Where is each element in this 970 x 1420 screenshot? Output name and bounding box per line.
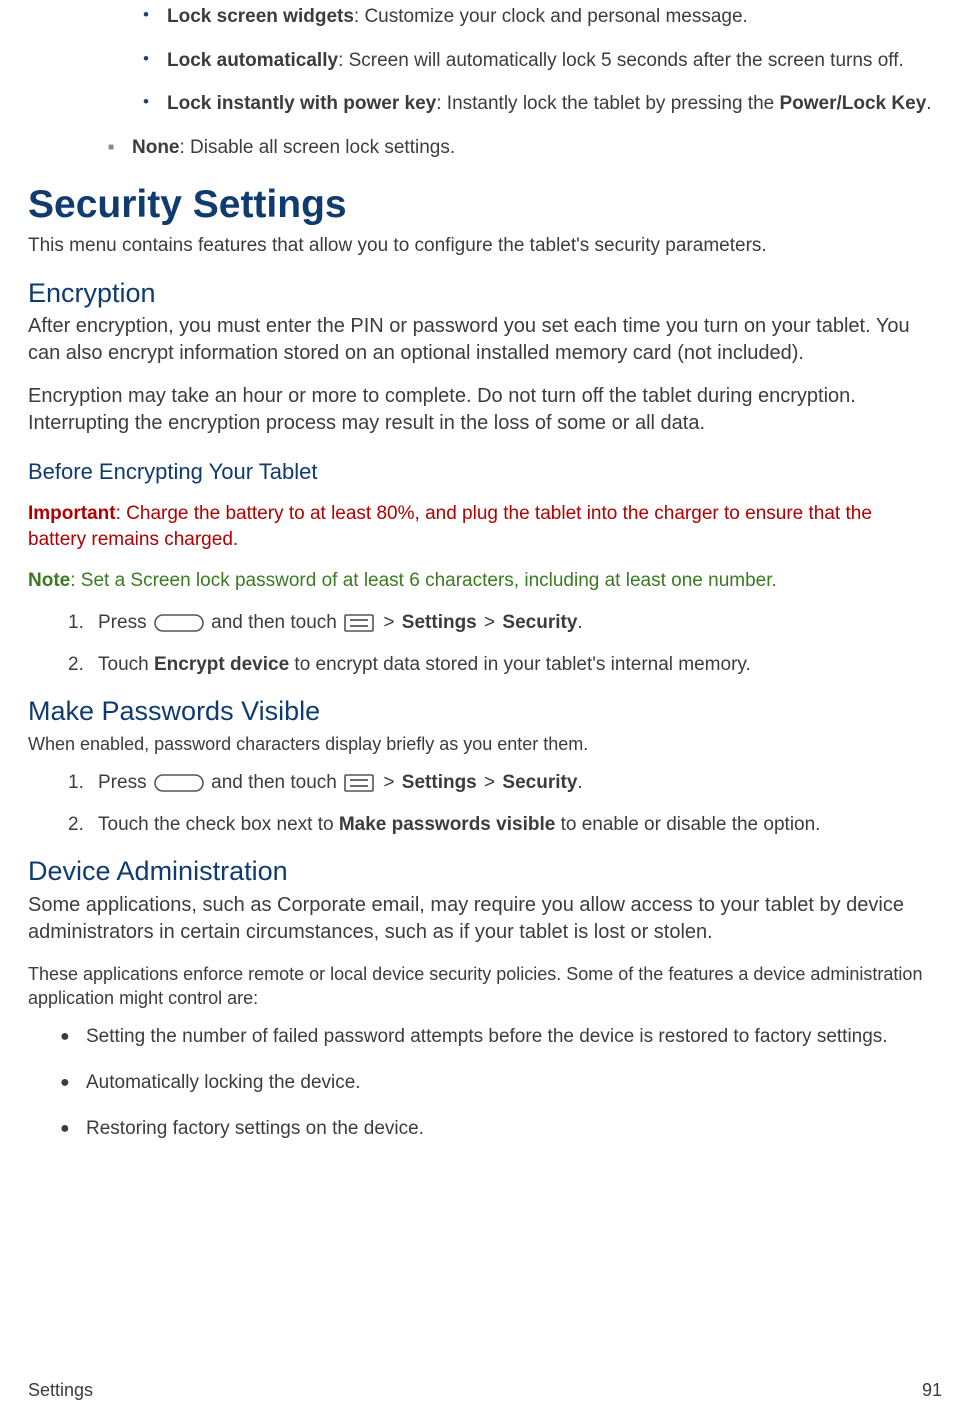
list-item: • Lock screen widgets: Customize your cl… [143, 4, 932, 30]
home-button-icon [154, 614, 204, 632]
paragraph: When enabled, password characters displa… [28, 732, 932, 756]
heading-make-passwords-visible: Make Passwords Visible [28, 693, 932, 729]
item-label: Lock instantly with power key [167, 93, 436, 114]
list-item: • Lock automatically: Screen will automa… [143, 48, 932, 74]
nav-separator: > [383, 612, 399, 633]
square-marker-icon: ■ [108, 135, 132, 161]
list-item: ● Setting the number of failed password … [60, 1024, 932, 1050]
nav-security: Security [502, 612, 577, 633]
page-footer: Settings 91 [28, 1378, 942, 1402]
list-number: 2. [68, 812, 98, 838]
nav-settings: Settings [402, 772, 477, 793]
item-bold-tail: Power/Lock Key [779, 93, 926, 114]
ordered-list: 1. Press and then touch > Settings > Sec… [68, 770, 932, 837]
item-text: : Customize your clock and personal mess… [354, 6, 748, 27]
important-text: : Charge the battery to at least 80%, an… [28, 503, 872, 550]
step-bold: Encrypt device [154, 654, 289, 675]
step-text: to enable or disable the option. [555, 814, 820, 835]
list-item: 2. Touch the check box next to Make pass… [68, 812, 932, 838]
heading-before-encrypting: Before Encrypting Your Tablet [28, 457, 932, 487]
nav-settings: Settings [402, 612, 477, 633]
list-item: 1. Press and then touch > Settings > Sec… [68, 770, 932, 796]
list-item: ■ None: Disable all screen lock settings… [108, 135, 932, 161]
list-item: • Lock instantly with power key: Instant… [143, 91, 932, 117]
item-text: Setting the number of failed password at… [86, 1024, 888, 1050]
item-text: Restoring factory settings on the device… [86, 1116, 424, 1142]
item-text: : Disable all screen lock settings. [180, 137, 456, 158]
footer-page-number: 91 [922, 1378, 942, 1402]
footer-section: Settings [28, 1378, 93, 1402]
menu-icon [344, 614, 374, 632]
list-number: 1. [68, 610, 98, 636]
step-bold: Make passwords visible [339, 814, 556, 835]
ordered-list: 1. Press and then touch > Settings > Sec… [68, 610, 932, 677]
period: . [577, 612, 582, 633]
heading-security-settings: Security Settings [28, 179, 932, 232]
item-suffix: . [926, 93, 931, 114]
nested-bullet-list: • Lock screen widgets: Customize your cl… [143, 0, 932, 117]
step-text: Press [98, 772, 152, 793]
bullet-marker-icon: • [143, 91, 167, 117]
paragraph: Encryption may take an hour or more to c… [28, 383, 932, 437]
bullet-marker-icon: ● [60, 1070, 86, 1096]
important-label: Important [28, 503, 116, 524]
menu-icon [344, 774, 374, 792]
paragraph: These applications enforce remote or loc… [28, 962, 932, 1011]
nav-separator: > [479, 772, 501, 793]
bullet-marker-icon: • [143, 4, 167, 30]
item-text: : Screen will automatically lock 5 secon… [338, 50, 904, 71]
square-bullet-list: ■ None: Disable all screen lock settings… [108, 135, 932, 161]
step-text: Touch the check box next to [98, 814, 339, 835]
bullet-marker-icon: ● [60, 1024, 86, 1050]
step-text: and then touch [211, 612, 342, 633]
item-label: None [132, 137, 180, 158]
list-item: ● Restoring factory settings on the devi… [60, 1116, 932, 1142]
item-label: Lock screen widgets [167, 6, 354, 27]
step-text: Press [98, 612, 152, 633]
heading-encryption: Encryption [28, 275, 932, 311]
period: . [577, 772, 582, 793]
list-item: ● Automatically locking the device. [60, 1070, 932, 1096]
bullet-marker-icon: ● [60, 1116, 86, 1142]
item-label: Lock automatically [167, 50, 338, 71]
bullet-marker-icon: • [143, 48, 167, 74]
paragraph: Some applications, such as Corporate ema… [28, 892, 932, 946]
list-number: 1. [68, 770, 98, 796]
list-number: 2. [68, 652, 98, 678]
nav-security: Security [502, 772, 577, 793]
step-text: Touch [98, 654, 154, 675]
step-text: to encrypt data stored in your tablet's … [289, 654, 751, 675]
note: Note: Set a Screen lock password of at l… [28, 568, 932, 594]
note-text: : Set a Screen lock password of at least… [70, 570, 777, 591]
list-item: 2. Touch Encrypt device to encrypt data … [68, 652, 932, 678]
home-button-icon [154, 774, 204, 792]
nav-separator: > [479, 612, 501, 633]
bullet-list: ● Setting the number of failed password … [60, 1024, 932, 1141]
important-note: Important: Charge the battery to at leas… [28, 501, 932, 552]
nav-separator: > [383, 772, 399, 793]
paragraph: This menu contains features that allow y… [28, 233, 932, 259]
list-item: 1. Press and then touch > Settings > Sec… [68, 610, 932, 636]
item-text: Automatically locking the device. [86, 1070, 361, 1096]
step-text: and then touch [211, 772, 342, 793]
item-text: : Instantly lock the tablet by pressing … [436, 93, 779, 114]
note-label: Note [28, 570, 70, 591]
heading-device-administration: Device Administration [28, 853, 932, 889]
paragraph: After encryption, you must enter the PIN… [28, 313, 932, 367]
